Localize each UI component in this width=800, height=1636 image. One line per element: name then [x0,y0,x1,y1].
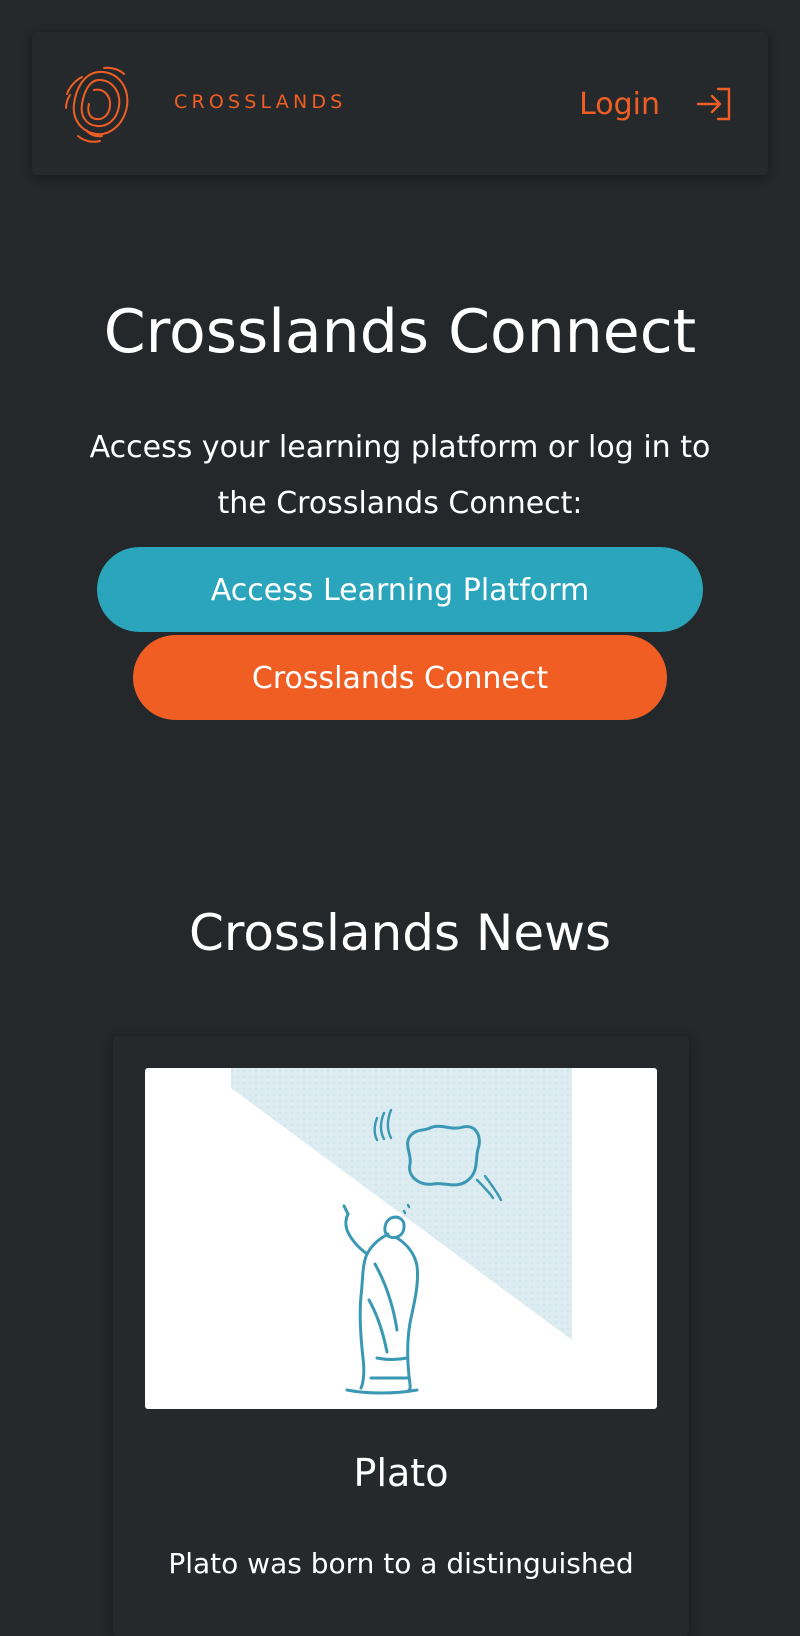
brand-name: CROSSLANDS [174,91,347,113]
brand-logo[interactable]: CROSSLANDS [64,64,342,144]
news-card[interactable]: Plato Plato was born to a distinguished [113,1036,689,1636]
news-card-title[interactable]: Plato [113,1448,689,1498]
top-navigation-bar: CROSSLANDS Login [32,32,768,175]
news-card-image[interactable] [145,1068,657,1409]
page-title: Crosslands Connect [103,297,697,367]
plato-illustration-icon [231,1068,572,1395]
news-section-title: Crosslands News [188,904,612,962]
login-link[interactable]: Login [579,84,732,124]
hero-subtitle: Access your learning platform or log in … [89,430,711,521]
fingerprint-globe-logo-icon [65,66,129,143]
login-label: Login [579,86,660,122]
news-card-excerpt: Plato was born to a distinguished [168,1547,634,1580]
login-arrow-icon [696,87,731,121]
access-learning-platform-button[interactable]: Access Learning Platform [97,547,703,632]
crosslands-connect-button[interactable]: Crosslands Connect [133,635,667,720]
